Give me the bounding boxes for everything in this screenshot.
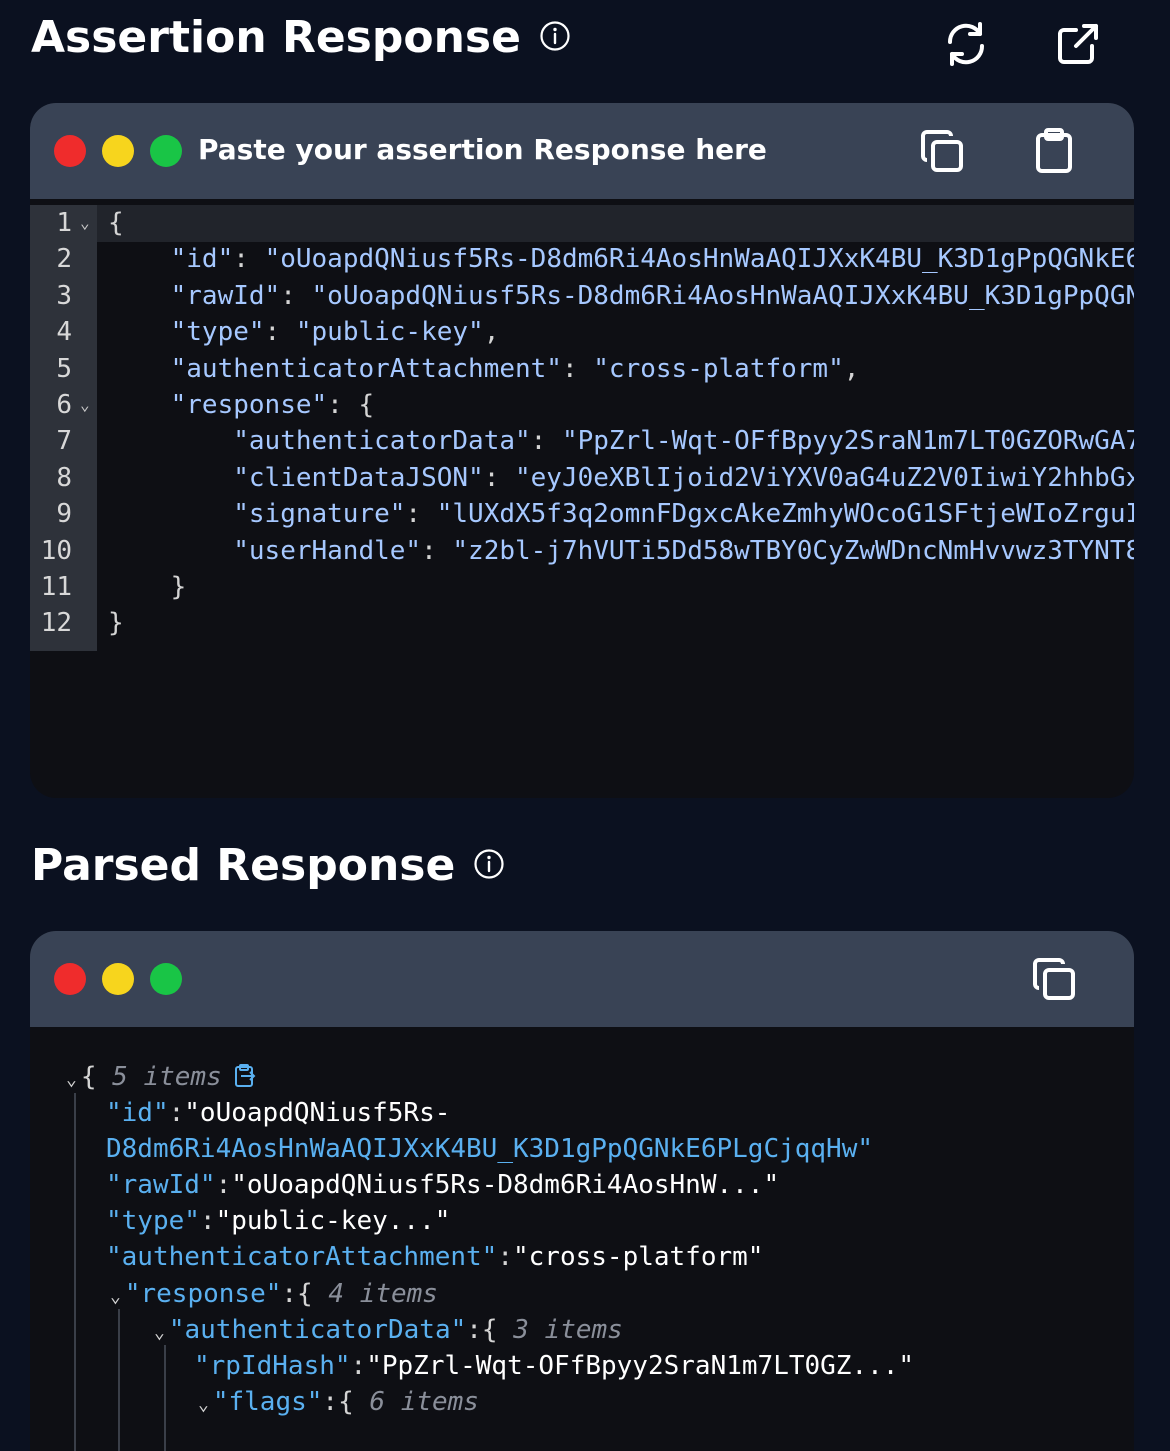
tree-value: "oUoapdQNiusf5Rs-D8dm6Ri4AosHnW..." bbox=[231, 1170, 780, 1200]
line-number: 6 bbox=[56, 390, 72, 420]
code-text: "id": "oUoapdQNiusf5Rs-D8dm6Ri4AosHnWaAQ… bbox=[170, 244, 1134, 275]
tree-colon: : bbox=[466, 1315, 482, 1345]
tree-key: "response" bbox=[124, 1279, 282, 1309]
tree-colon: : bbox=[281, 1279, 298, 1309]
window-minimize-dot bbox=[102, 963, 134, 995]
expand-chevron-icon[interactable]: ⌄ bbox=[110, 1286, 121, 1307]
assertion-section-title: Assertion Response bbox=[31, 12, 571, 63]
assertion-editor-panel: Paste your assertion Response here 1 ⌄ {2 … bbox=[30, 103, 1134, 798]
tree-value: D8dm6Ri4AosHnWaAQIJXxK4BU_K3D1gPpQGNkE6P… bbox=[106, 1134, 874, 1164]
code-text: } bbox=[108, 608, 124, 639]
line-number: 11 bbox=[40, 572, 72, 602]
tree-brace: { bbox=[297, 1279, 329, 1309]
line-number: 4 bbox=[56, 317, 72, 348]
info-icon[interactable] bbox=[539, 12, 571, 63]
tree-guide-line bbox=[118, 1309, 120, 1451]
tree-key: "rpIdHash" bbox=[194, 1351, 351, 1381]
tree-key: "authenticatorAttachment" bbox=[106, 1242, 498, 1272]
code-text: "rawId": "oUoapdQNiusf5Rs-D8dm6Ri4AosHnW… bbox=[170, 280, 1134, 311]
window-maximize-dot bbox=[150, 963, 182, 995]
fold-chevron-icon[interactable]: ⌄ bbox=[80, 205, 90, 241]
tree-row[interactable]: ⌄ "authenticatorData":{ 3 items bbox=[154, 1312, 623, 1351]
code-text: "signature": "lUXdX5f3q2omnFDgxcAkeZmhyW… bbox=[233, 499, 1134, 530]
line-number: 8 bbox=[56, 462, 72, 493]
code-text: "userHandle": "z2bl-j7hVUTi5Dd58wTBY0CyZ… bbox=[233, 535, 1134, 566]
window-minimize-dot bbox=[102, 135, 134, 167]
tree-brace: { bbox=[338, 1387, 370, 1417]
tree-colon: : bbox=[215, 1170, 232, 1200]
code-text: "response": { bbox=[170, 390, 375, 420]
active-line-highlight bbox=[97, 205, 1134, 242]
tree-item-count: 6 items bbox=[369, 1387, 479, 1417]
tree-guide-line bbox=[74, 1093, 76, 1451]
tree-item-count: 3 items bbox=[513, 1315, 623, 1345]
expand-chevron-icon[interactable]: ⌄ bbox=[154, 1322, 165, 1343]
code-text: "authenticatorData": "PpZrl-Wqt-OFfBpyy2… bbox=[233, 426, 1134, 457]
tree-item-count: 4 items bbox=[328, 1279, 438, 1309]
line-number: 2 bbox=[56, 244, 72, 275]
tree-row: "authenticatorAttachment":"cross-platfor… bbox=[106, 1239, 763, 1275]
tree-brace: { bbox=[80, 1062, 113, 1092]
line-number: 12 bbox=[40, 608, 72, 639]
tree-guide-line bbox=[164, 1345, 166, 1451]
tree-row: D8dm6Ri4AosHnWaAQIJXxK4BU_K3D1gPpQGNkE6P… bbox=[106, 1131, 873, 1167]
code-text: } bbox=[170, 572, 187, 602]
external-link-icon[interactable] bbox=[1054, 20, 1102, 72]
assertion-panel-title: Paste your assertion Response here bbox=[198, 133, 767, 166]
tree-row[interactable]: ⌄{ 5 items bbox=[66, 1059, 258, 1098]
tree-colon: : bbox=[168, 1098, 185, 1128]
tree-row: "type":"public-key..." bbox=[106, 1203, 450, 1239]
copy-to-clipboard-icon[interactable] bbox=[232, 1062, 258, 1092]
tree-key: "authenticatorData" bbox=[168, 1315, 467, 1345]
window-close-dot bbox=[54, 963, 86, 995]
assertion-title-text: Assertion Response bbox=[31, 12, 521, 63]
tree-colon: : bbox=[322, 1387, 339, 1417]
line-number: 5 bbox=[56, 353, 72, 384]
json-code-editor[interactable]: 1 ⌄ {2 "id": "oUoapdQNiusf5Rs-D8dm6Ri4AosH… bbox=[30, 199, 1134, 798]
tree-key: "id" bbox=[106, 1098, 169, 1128]
tree-row[interactable]: ⌄ "response":{ 4 items bbox=[110, 1276, 438, 1315]
assertion-panel-header: Paste your assertion Response here bbox=[30, 103, 1134, 199]
tree-row: "rawId":"oUoapdQNiusf5Rs-D8dm6Ri4AosHnW.… bbox=[106, 1167, 779, 1203]
fold-chevron-icon[interactable]: ⌄ bbox=[80, 387, 90, 423]
tree-value: "public-key..." bbox=[215, 1206, 451, 1236]
line-number: 10 bbox=[40, 535, 72, 566]
copy-icon[interactable] bbox=[918, 127, 966, 179]
expand-chevron-icon[interactable]: ⌄ bbox=[66, 1069, 77, 1090]
tree-key: "flags" bbox=[212, 1387, 323, 1417]
tree-colon: : bbox=[350, 1351, 367, 1381]
code-text: "authenticatorAttachment": "cross-platfo… bbox=[170, 353, 860, 384]
refresh-icon[interactable] bbox=[942, 20, 990, 72]
tree-brace: { bbox=[481, 1315, 514, 1345]
tree-value: "cross-platform" bbox=[513, 1242, 764, 1272]
line-number: 7 bbox=[56, 426, 72, 457]
expand-chevron-icon[interactable]: ⌄ bbox=[198, 1394, 209, 1415]
tree-row: "rpIdHash":"PpZrl-Wqt-OFfBpyy2SraN1m7LT0… bbox=[194, 1348, 914, 1384]
tree-row[interactable]: ⌄ "flags":{ 6 items bbox=[198, 1384, 479, 1423]
info-icon[interactable] bbox=[473, 840, 505, 891]
clipboard-icon[interactable] bbox=[1030, 127, 1078, 179]
code-text: { bbox=[108, 208, 124, 238]
code-text: "clientDataJSON": "eyJ0eXBlIjoid2ViYXV0a… bbox=[233, 462, 1134, 493]
parsed-panel-header bbox=[30, 931, 1134, 1027]
tree-key: "rawId" bbox=[106, 1170, 216, 1200]
tree-colon: : bbox=[199, 1206, 216, 1236]
line-number: 3 bbox=[56, 280, 72, 311]
tree-colon: : bbox=[497, 1242, 513, 1272]
tree-value: "oUoapdQNiusf5Rs- bbox=[184, 1098, 451, 1128]
tree-row: "id":"oUoapdQNiusf5Rs- bbox=[106, 1095, 450, 1131]
code-text: "type": "public-key", bbox=[170, 317, 500, 348]
parsed-title-text: Parsed Response bbox=[31, 840, 456, 891]
parsed-viewer-panel: ⌄{ 5 items "id":"oUoapdQNiusf5Rs- D8dm6Ri4… bbox=[30, 931, 1134, 1451]
window-maximize-dot bbox=[150, 135, 182, 167]
tree-value: "PpZrl-Wqt-OFfBpyy2SraN1m7LT0GZ..." bbox=[366, 1351, 915, 1381]
line-number: 9 bbox=[56, 499, 72, 530]
line-number: 1 bbox=[56, 208, 72, 238]
parsed-section-title: Parsed Response bbox=[31, 840, 505, 891]
json-tree-viewer[interactable]: ⌄{ 5 items "id":"oUoapdQNiusf5Rs- D8dm6Ri4… bbox=[30, 1027, 1134, 1451]
window-close-dot bbox=[54, 135, 86, 167]
tree-key: "type" bbox=[106, 1206, 200, 1236]
tree-item-count: 5 items bbox=[112, 1062, 222, 1092]
copy-icon[interactable] bbox=[1030, 955, 1078, 1007]
